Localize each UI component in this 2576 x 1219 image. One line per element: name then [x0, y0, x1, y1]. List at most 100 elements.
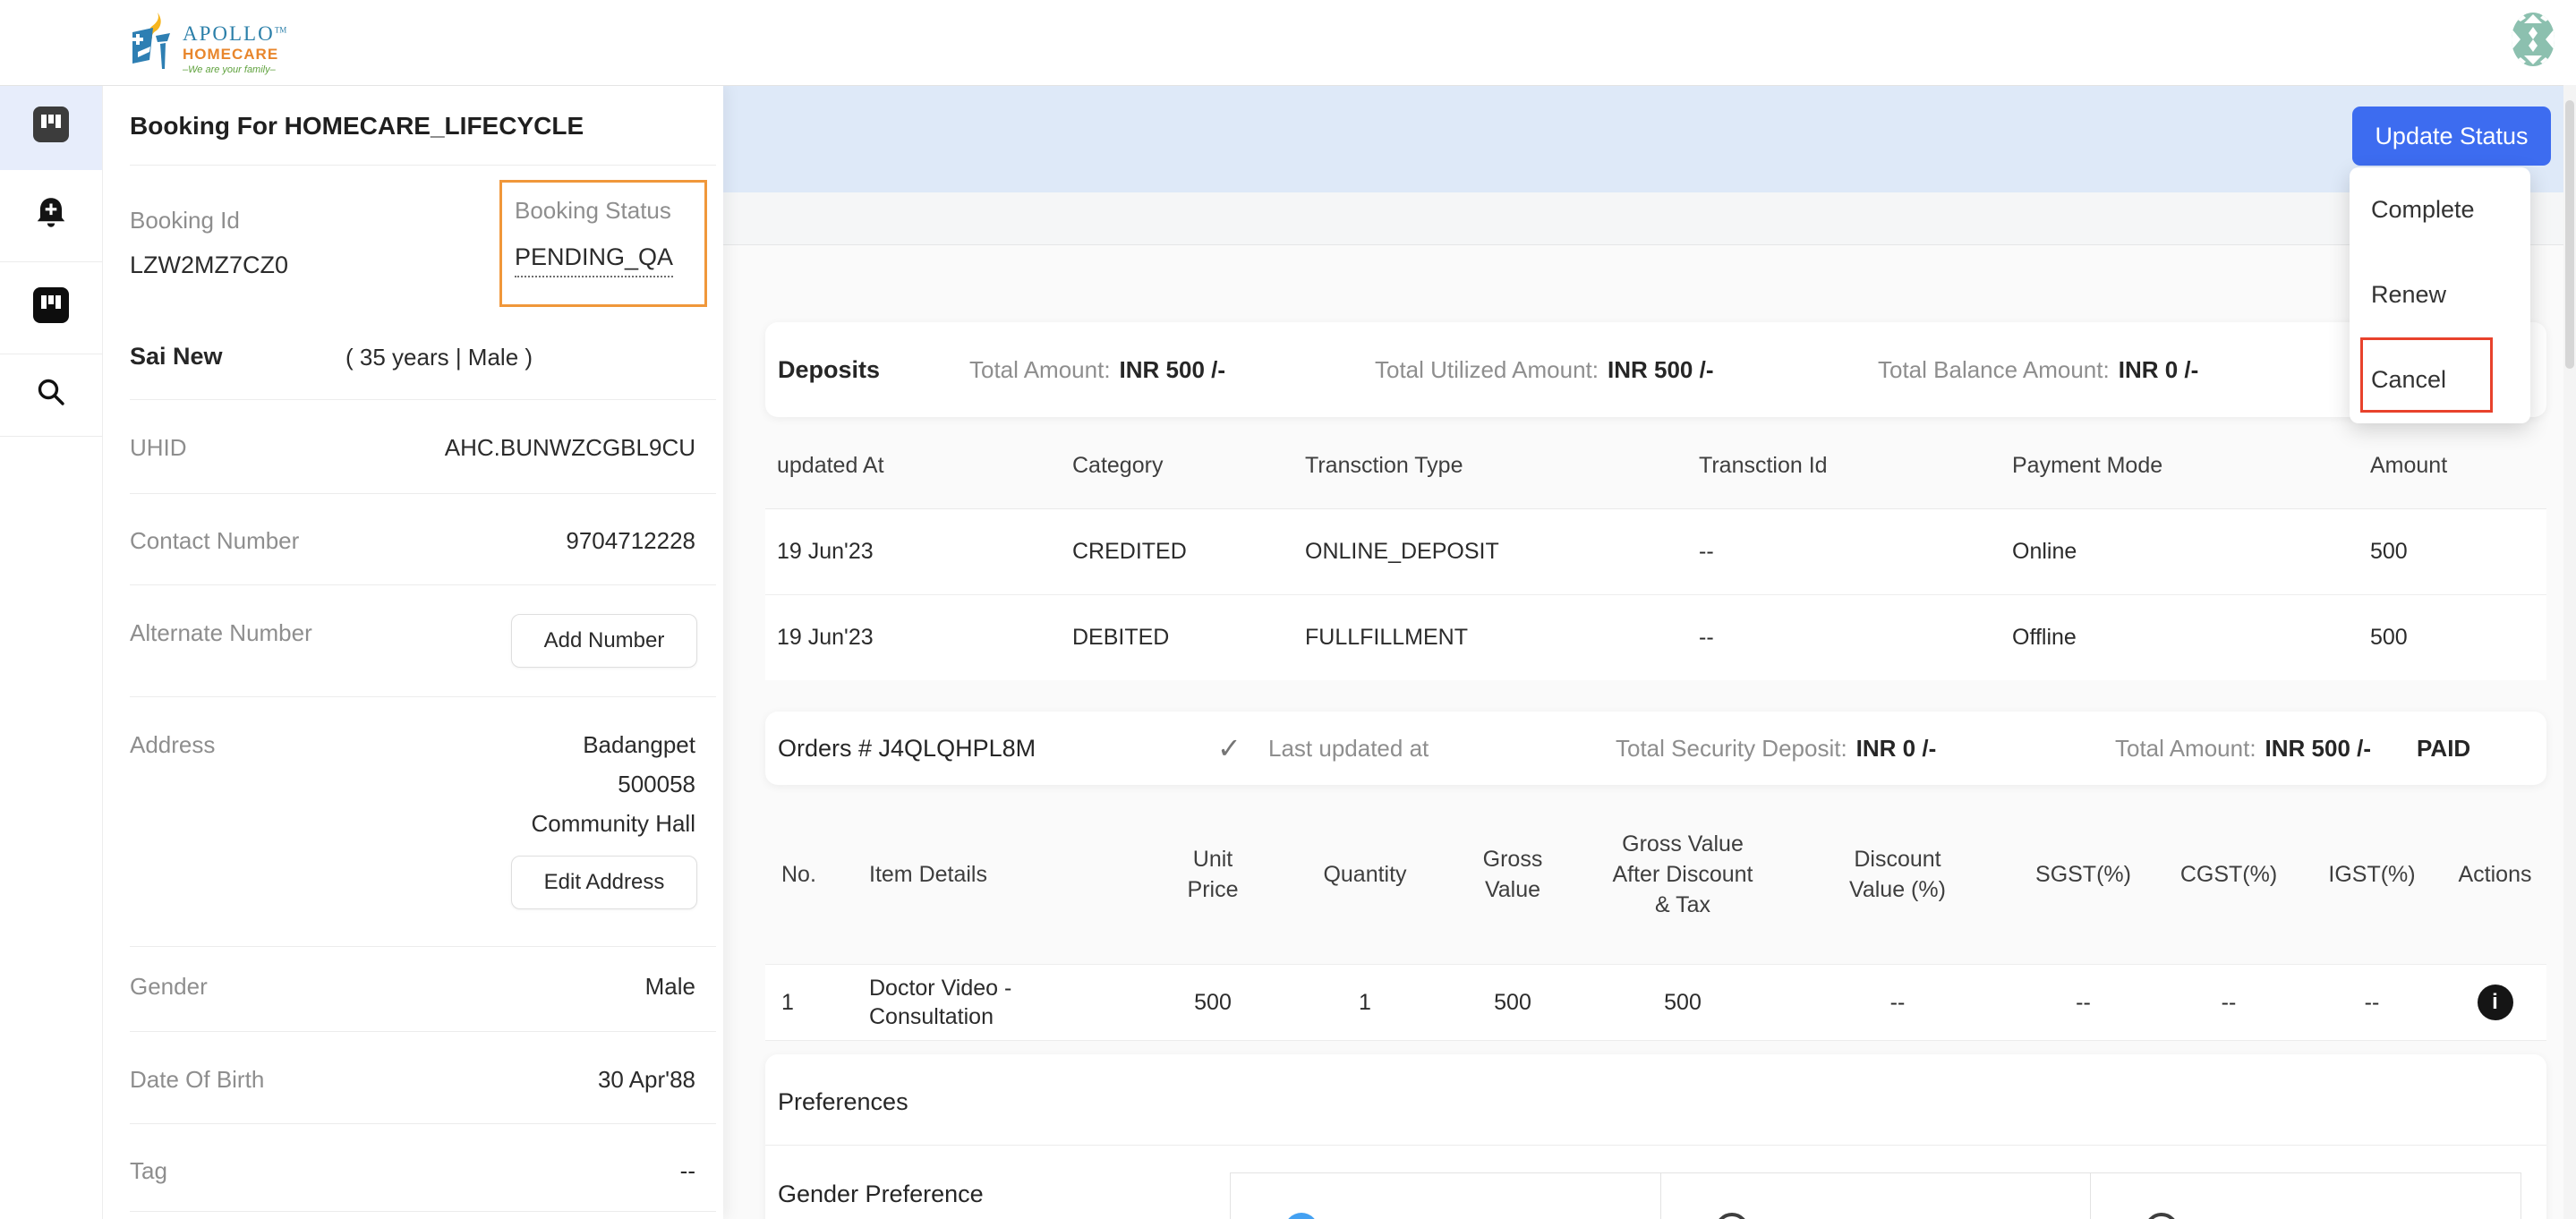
sidebar-item-board-active[interactable] [0, 85, 102, 170]
orders-summary-card: Orders # J4QLQHPL8M ✓ Last updated at To… [765, 712, 2546, 785]
col-transaction-type: Transction Type [1293, 422, 1687, 508]
update-status-button[interactable]: Update Status [2352, 107, 2551, 166]
deposits-total-balance: Total Balance Amount: INR 0 /- [1878, 322, 2198, 417]
col-item-details: Item Details [846, 785, 1141, 964]
info-icon[interactable]: i [2478, 985, 2513, 1020]
divider [130, 946, 716, 947]
edit-address-button[interactable]: Edit Address [511, 856, 697, 909]
alternate-number-label: Alternate Number [130, 619, 312, 647]
contact-number-value: 9704712228 [566, 527, 695, 555]
add-number-button[interactable]: Add Number [511, 614, 697, 668]
booking-status-label: Booking Status [515, 197, 671, 225]
divider [130, 493, 716, 494]
sidebar-item-board[interactable] [0, 262, 102, 354]
cell-payment-mode: Offline [2000, 595, 2358, 680]
total-balance-label: Total Balance Amount: [1878, 356, 2110, 384]
booking-id-value: LZW2MZ7CZ0 [130, 251, 288, 279]
scrollbar-thumb[interactable] [2565, 100, 2574, 369]
sidebar-item-notifications[interactable] [0, 170, 102, 262]
search-icon [34, 375, 68, 415]
user-avatar[interactable] [2512, 13, 2555, 66]
divider [130, 696, 716, 697]
menu-item-renew[interactable]: Renew [2350, 252, 2530, 337]
orders-security-deposit: Total Security Deposit: INR 0 /- [1616, 712, 1936, 785]
cell-actions: i [2444, 965, 2546, 1040]
col-category: Category [1061, 422, 1293, 508]
cell-amount: 500 [2358, 509, 2546, 594]
cell-unit-price: 500 [1141, 965, 1284, 1040]
trademark: TM [275, 25, 287, 34]
sidebar-item-search[interactable] [0, 354, 102, 437]
col-amount: Amount [2358, 422, 2546, 508]
kanban-board-icon [33, 107, 69, 149]
orders-total-label: Total Amount: [2115, 735, 2256, 763]
col-transaction-id: Transction Id [1687, 422, 2000, 508]
status-action-band [723, 85, 2563, 192]
cell-discount: -- [1786, 965, 2009, 1040]
divider [130, 1031, 716, 1032]
deposits-total-utilized: Total Utilized Amount: INR 500 /- [1375, 322, 1714, 417]
divider [765, 1145, 2546, 1146]
cell-category: DEBITED [1061, 595, 1293, 680]
deposits-summary-card: Deposits Total Amount: INR 500 /- Total … [765, 322, 2546, 417]
menu-item-complete[interactable]: Complete [2350, 167, 2530, 252]
col-payment-mode: Payment Mode [2000, 422, 2358, 508]
patient-name: Sai New [130, 343, 223, 371]
deposit-row[interactable]: 19 Jun'23 DEBITED FULLFILLMENT -- Offlin… [765, 594, 2546, 680]
deposits-title: Deposits [778, 322, 880, 417]
cell-transaction-type: ONLINE_DEPOSIT [1293, 509, 1687, 594]
total-amount-value: INR 500 /- [1120, 356, 1226, 384]
booking-status-value[interactable]: PENDING_QA [515, 243, 673, 277]
deposit-row[interactable]: 19 Jun'23 CREDITED ONLINE_DEPOSIT -- Onl… [765, 509, 2546, 594]
divider [130, 584, 716, 585]
booking-status-highlight-box: Booking Status PENDING_QA [499, 180, 707, 307]
col-discount: Discount Value (%) [1786, 785, 2009, 964]
bell-plus-icon [32, 194, 70, 238]
cell-item-details: Doctor Video - Consultation [846, 965, 1141, 1040]
contact-number-label: Contact Number [130, 527, 299, 555]
gender-pref-option[interactable] [1230, 1172, 1661, 1219]
divider [130, 399, 716, 400]
top-header: APOLLOTM HOMECARE –We are your family– [0, 0, 2576, 86]
person-icon [1284, 1213, 1318, 1219]
uhid-label: UHID [130, 434, 187, 462]
check-icon: ✓ [1217, 712, 1241, 785]
brand-name: APOLLO [183, 22, 275, 45]
cell-transaction-type: FULLFILLMENT [1293, 595, 1687, 680]
booking-id-label: Booking Id [130, 207, 240, 234]
address-line: Community Hall [532, 810, 696, 838]
preferences-title: Preferences [778, 1088, 908, 1116]
cell-updated-at: 19 Jun'23 [765, 509, 1061, 594]
divider [130, 1211, 716, 1212]
apollo-emblem-icon [131, 13, 175, 78]
cell-amount: 500 [2358, 595, 2546, 680]
gender-preference-label: Gender Preference [778, 1181, 984, 1208]
uhid-value: AHC.BUNWZCGBL9CU [445, 434, 695, 462]
kanban-board-icon [33, 287, 69, 329]
paid-status-badge: PAID [2417, 712, 2470, 785]
sidebar [0, 85, 103, 1219]
brand-subname: HOMECARE [183, 47, 286, 62]
gender-preference-options [1230, 1172, 2521, 1219]
orders-title: Orders # J4QLQHPL8M [778, 712, 1036, 785]
cell-no: 1 [765, 965, 846, 1040]
gender-pref-option[interactable] [1661, 1172, 2092, 1219]
orders-total-value: INR 500 /- [2265, 735, 2372, 763]
gender-pref-option[interactable] [2091, 1172, 2521, 1219]
update-status-menu: Complete Renew Cancel [2350, 167, 2530, 423]
booking-detail-panel: Booking For HOMECARE_LIFECYCLE Booking I… [102, 85, 723, 1219]
menu-item-cancel[interactable]: Cancel [2350, 337, 2530, 422]
orders-total-amount: Total Amount: INR 500 /- [2115, 712, 2371, 785]
dob-label: Date Of Birth [130, 1066, 264, 1094]
app-window: APOLLOTM HOMECARE –We are your family– [0, 0, 2576, 1219]
identicon-pattern [2512, 13, 2555, 66]
col-gross-value: Gross Value [1446, 785, 1580, 964]
patient-meta: ( 35 years | Male ) [345, 344, 533, 371]
order-item-row[interactable]: 1 Doctor Video - Consultation 500 1 500 … [765, 964, 2546, 1041]
divider [130, 1123, 716, 1124]
address-label: Address [130, 731, 215, 759]
col-actions: Actions [2444, 785, 2546, 964]
sub-band [723, 192, 2563, 245]
cell-cgst: -- [2157, 965, 2300, 1040]
col-no: No. [765, 785, 846, 964]
